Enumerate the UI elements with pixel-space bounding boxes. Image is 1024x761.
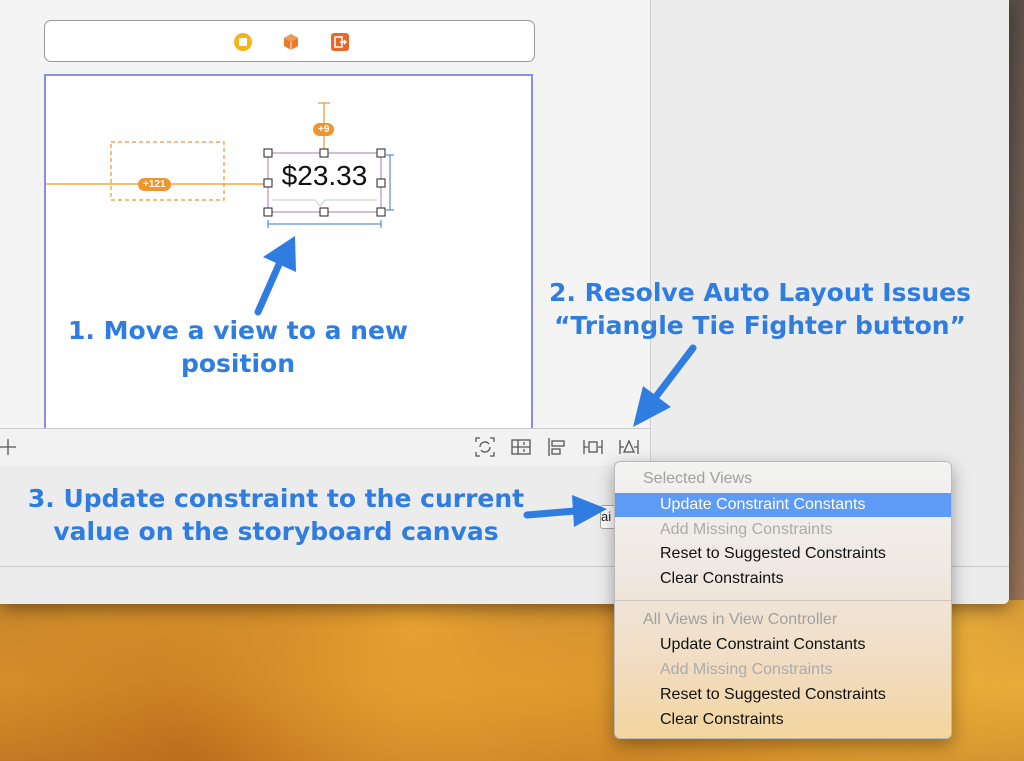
- menu-header-selected-views: Selected Views: [643, 470, 753, 487]
- menu-item-add-missing-constraints-all: Add Missing Constraints: [660, 661, 833, 678]
- resolve-auto-layout-issues-menu: Selected Views Update Constraint Constan…: [614, 461, 952, 739]
- menu-item-reset-suggested-constraints-all[interactable]: Reset to Suggested Constraints: [615, 683, 951, 707]
- menu-item-clear-constraints-all[interactable]: Clear Constraints: [615, 708, 951, 732]
- menu-item-reset-suggested-constraints-selected[interactable]: Reset to Suggested Constraints: [615, 542, 951, 566]
- menu-item-update-constraint-constants-selected[interactable]: Update Constraint Constants: [615, 493, 951, 517]
- menu-item-clear-constraints-selected[interactable]: Clear Constraints: [615, 567, 951, 591]
- menu-item-update-constraint-constants-all[interactable]: Update Constraint Constants: [615, 633, 951, 657]
- menu-header-all-views: All Views in View Controller: [643, 611, 838, 628]
- menu-separator: [615, 600, 951, 601]
- menu-item-add-missing-constraints-selected: Add Missing Constraints: [660, 521, 833, 538]
